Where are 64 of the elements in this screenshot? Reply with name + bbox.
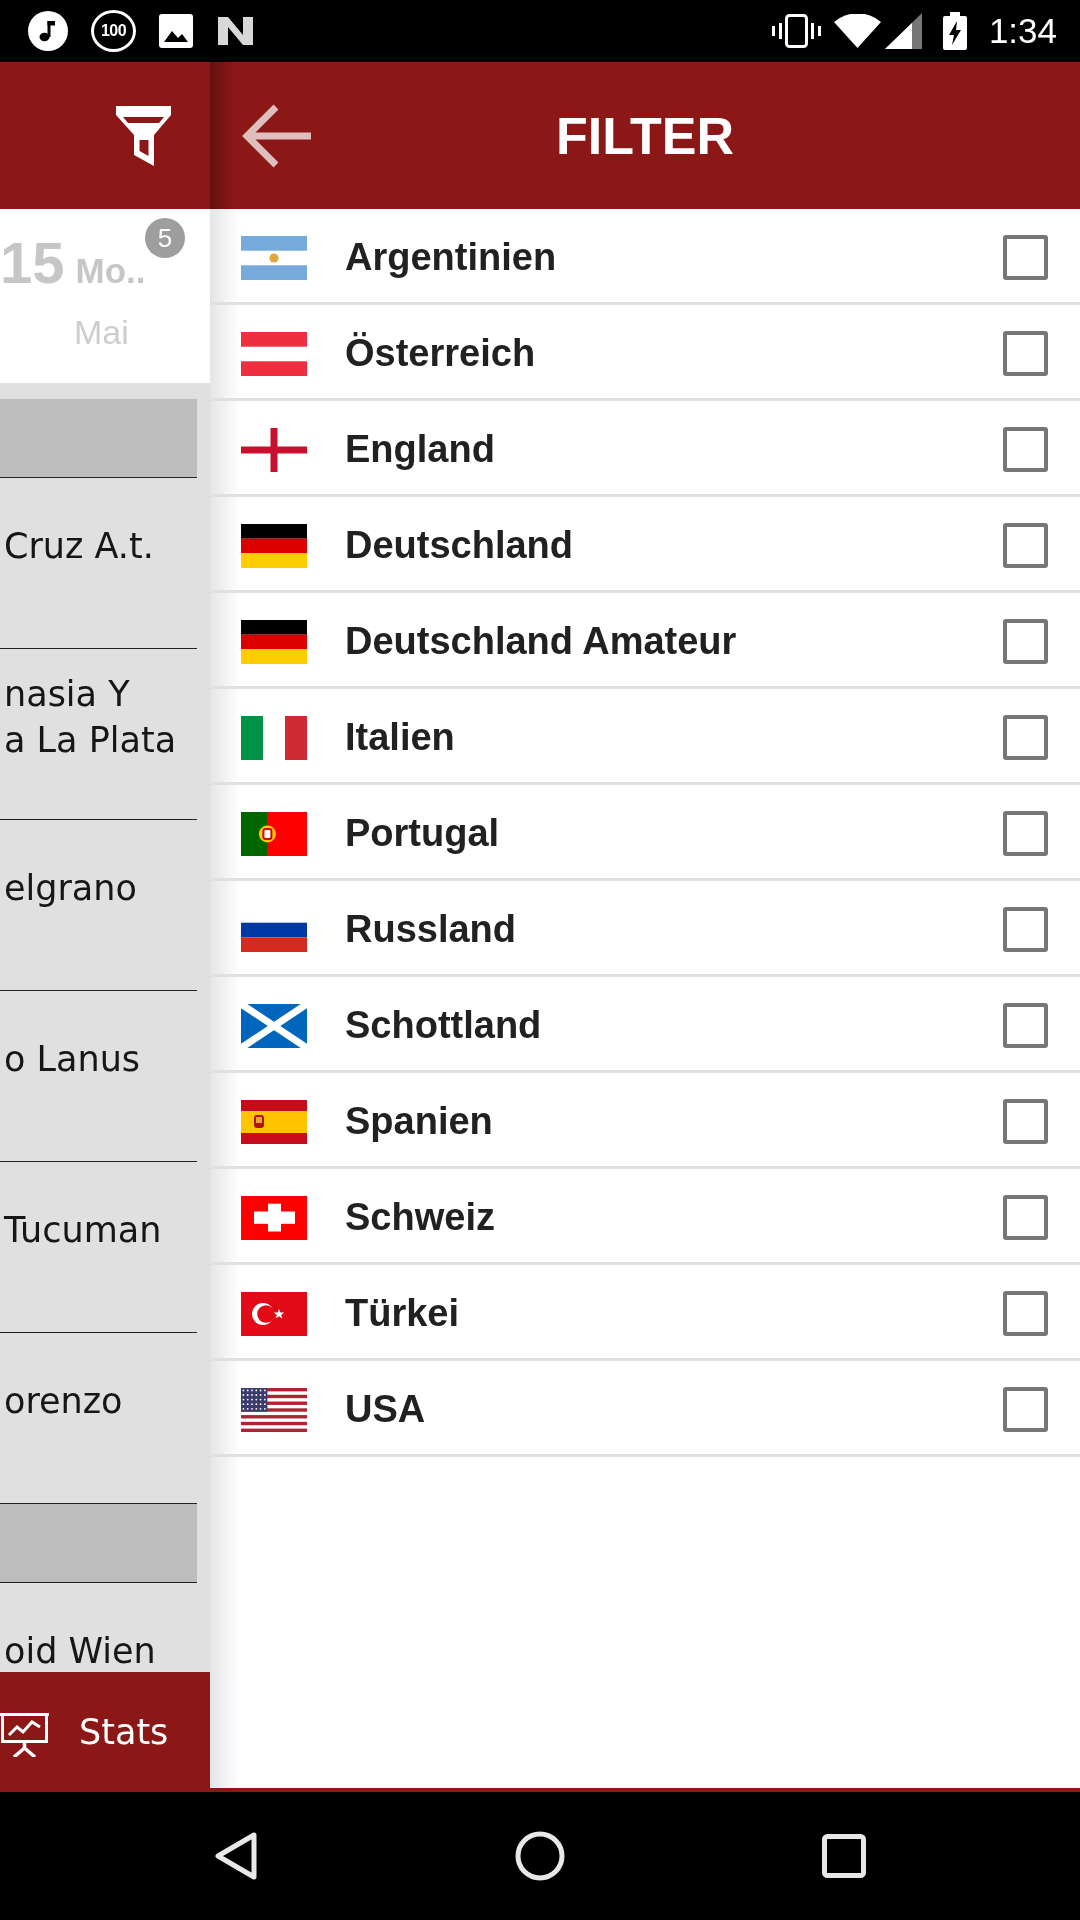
signal-icon (884, 13, 922, 49)
status-time: 1:34 (988, 11, 1057, 51)
notification-count-badge: 100 (91, 10, 136, 52)
team-name: o Lanus (4, 1038, 141, 1081)
country-label: England (345, 428, 495, 471)
team-name: nasia Y a La Plata (4, 673, 177, 762)
checkbox[interactable] (1003, 235, 1048, 280)
back-arrow-icon[interactable] (241, 102, 313, 169)
checkbox[interactable] (1003, 523, 1048, 568)
checkbox[interactable] (1003, 1003, 1048, 1048)
germany-flag-icon (241, 619, 307, 664)
country-label: Deutschland Amateur (345, 620, 737, 663)
country-label: USA (345, 1388, 426, 1431)
austria-flag-icon (241, 331, 307, 376)
turkey-flag-icon (241, 1291, 307, 1336)
home-icon[interactable] (515, 1831, 565, 1881)
scotland-flag-icon (241, 1003, 307, 1048)
date-weekday: Mo.. (75, 253, 146, 288)
stats-button[interactable]: Stats (0, 1672, 210, 1792)
country-label: Österreich (345, 332, 536, 375)
back-icon[interactable] (214, 1831, 258, 1881)
vibrate-icon (771, 14, 821, 48)
panel-title: FILTER (555, 105, 735, 166)
germany-flag-icon (241, 523, 307, 568)
argentina-flag-icon (241, 235, 307, 280)
date-day: 15 (0, 234, 65, 292)
team-name: orenzo (4, 1380, 123, 1423)
country-label: Spanien (345, 1100, 493, 1143)
team-name: oid Wien (4, 1630, 156, 1672)
checkbox[interactable] (1003, 427, 1048, 472)
country-label: Portugal (345, 812, 500, 855)
italy-flag-icon (241, 715, 307, 760)
checkbox[interactable] (1003, 1195, 1048, 1240)
checkbox[interactable] (1003, 1099, 1048, 1144)
checkbox[interactable] (1003, 1387, 1048, 1432)
team-name: Tucuman (4, 1209, 162, 1252)
team-name: elgrano (4, 867, 137, 910)
battery-charging-icon (942, 12, 967, 50)
count-badge: 5 (145, 218, 185, 258)
country-label: Italien (345, 716, 455, 759)
country-label: Schottland (345, 1004, 542, 1047)
portugal-flag-icon (241, 811, 307, 856)
checkbox[interactable] (1003, 907, 1048, 952)
usa-flag-icon (241, 1387, 307, 1432)
country-label: Russland (345, 908, 517, 951)
music-note-icon (28, 11, 68, 51)
recents-icon[interactable] (822, 1834, 866, 1878)
country-label: Deutschland (345, 524, 574, 567)
image-icon (159, 14, 193, 48)
checkbox[interactable] (1003, 619, 1048, 664)
n-logo-icon (216, 14, 255, 48)
filter-funnel-icon[interactable] (116, 105, 171, 166)
team-name: Cruz A.t. (4, 525, 154, 568)
wifi-icon (833, 14, 881, 48)
checkbox[interactable] (1003, 811, 1048, 856)
switzerland-flag-icon (241, 1195, 307, 1240)
spain-flag-icon (241, 1099, 307, 1144)
country-label: Schweiz (345, 1196, 495, 1239)
checkbox[interactable] (1003, 331, 1048, 376)
country-label: Argentinien (345, 236, 557, 279)
checkbox[interactable] (1003, 1291, 1048, 1336)
country-label: Türkei (345, 1292, 460, 1335)
checkbox[interactable] (1003, 715, 1048, 760)
england-flag-icon (241, 427, 307, 472)
